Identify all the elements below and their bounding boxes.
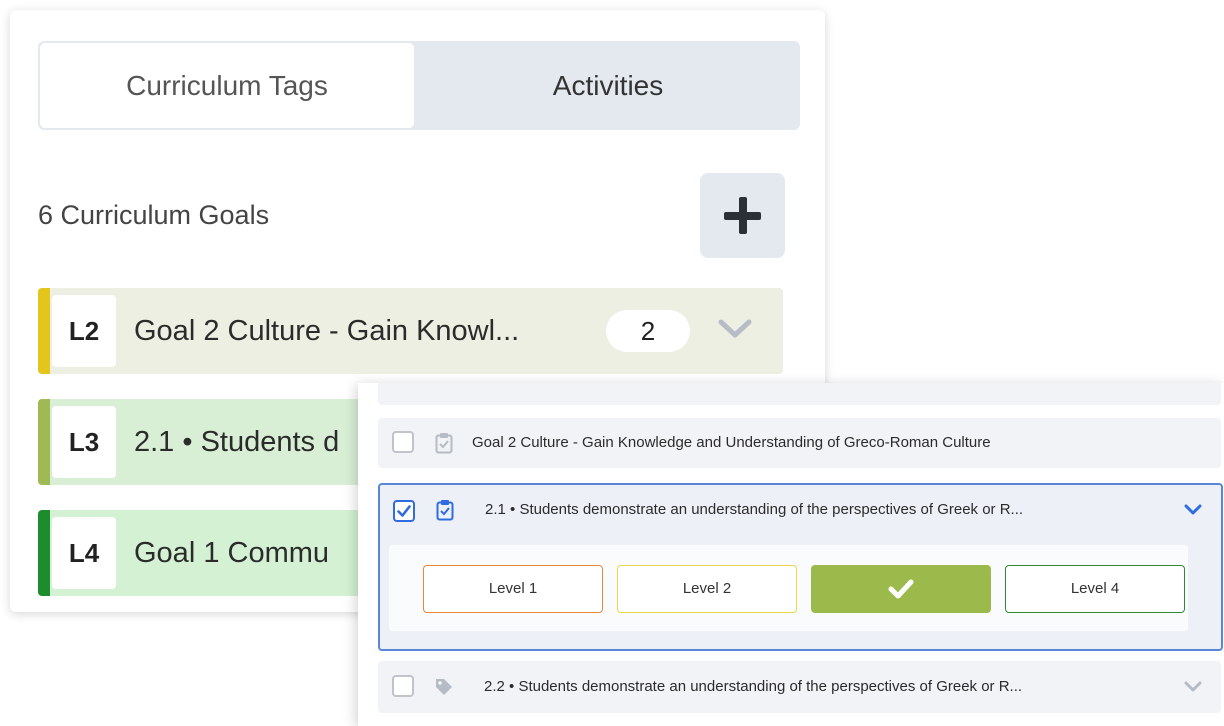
level-badge: L2 [52, 295, 116, 367]
goal-picker-popup: Goal 2 Culture - Gain Knowledge and Unde… [358, 383, 1224, 726]
level-4-button[interactable]: Level 4 [1005, 565, 1185, 613]
item-checkbox[interactable] [392, 431, 414, 453]
add-goal-button[interactable] [700, 173, 785, 258]
item-label: Goal 2 Culture - Gain Knowledge and Unde… [472, 434, 991, 451]
item-checkbox-checked[interactable] [393, 500, 415, 522]
clipboard-check-icon [436, 500, 454, 521]
previous-item-edge [378, 383, 1221, 405]
level-1-button[interactable]: Level 1 [423, 565, 603, 613]
level-color-bar [38, 510, 50, 596]
level-color-bar [38, 399, 50, 485]
level-2-button[interactable]: Level 2 [617, 565, 797, 613]
list-item-expanded[interactable]: 2.1 • Students demonstrate an understand… [378, 483, 1223, 651]
item-checkbox[interactable] [392, 675, 414, 697]
chevron-down-icon[interactable] [1183, 503, 1203, 517]
goal-title: Goal 2 Culture - Gain Knowl... [134, 315, 520, 347]
list-item[interactable]: Goal 2 Culture - Gain Knowledge and Unde… [378, 418, 1221, 468]
chevron-down-icon[interactable] [718, 318, 752, 340]
list-item[interactable]: 2.2 • Students demonstrate an understand… [378, 661, 1221, 713]
tab-bar: Curriculum Tags Activities [38, 41, 800, 130]
goal-title: 2.1 • Students d [134, 426, 340, 458]
curriculum-goals-count: 6 Curriculum Goals [38, 200, 270, 230]
level-3-button-selected[interactable] [811, 565, 991, 613]
checkmark-icon [397, 505, 411, 517]
checkmark-icon [888, 579, 914, 599]
item-label: 2.2 • Students demonstrate an understand… [484, 678, 1023, 695]
tag-icon [436, 679, 452, 695]
clipboard-check-icon [435, 433, 453, 454]
level-selector: Level 1 Level 2 Level 4 [389, 545, 1188, 631]
level-color-bar [38, 288, 50, 374]
tab-curriculum-tags[interactable]: Curriculum Tags [40, 43, 414, 128]
goal-title: Goal 1 Commu [134, 537, 330, 569]
goal-count-badge: 2 [606, 310, 690, 352]
tab-activities[interactable]: Activities [416, 41, 800, 130]
chevron-down-icon[interactable] [1183, 680, 1203, 694]
level-badge: L4 [52, 517, 116, 589]
goal-row-l2[interactable]: L2 Goal 2 Culture - Gain Knowl... 2 [38, 288, 783, 374]
item-label: 2.1 • Students demonstrate an understand… [485, 501, 1024, 518]
level-badge: L3 [52, 406, 116, 478]
